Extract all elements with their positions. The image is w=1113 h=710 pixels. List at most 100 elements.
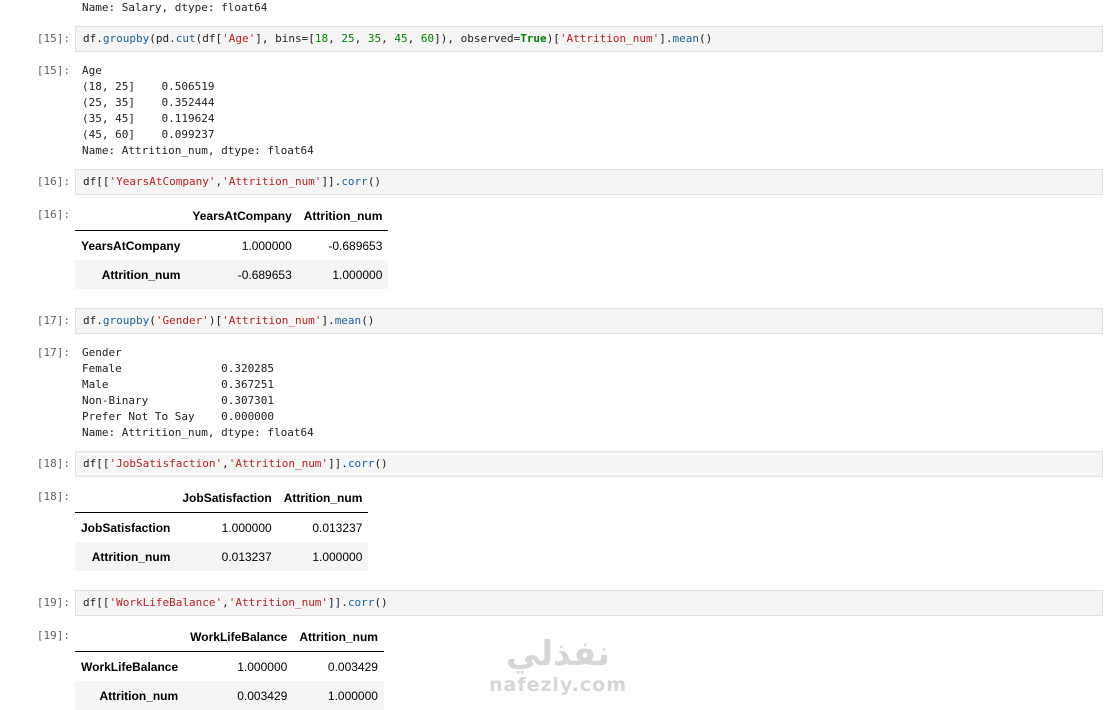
table-row: Attrition_num0.0034291.000000 xyxy=(75,681,384,710)
output-prompt-19: [19]: xyxy=(0,629,70,642)
function-token: corr xyxy=(341,175,368,188)
code-token: (df[ xyxy=(196,32,223,45)
string-token: 'WorkLifeBalance' xyxy=(110,596,223,609)
table-cell: 1.000000 xyxy=(298,260,389,289)
table-body: YearsAtCompany1.000000-0.689653Attrition… xyxy=(75,231,388,290)
row-index: YearsAtCompany xyxy=(75,231,186,261)
table-cell: 1.000000 xyxy=(176,513,277,543)
row-index: Attrition_num xyxy=(75,681,184,710)
string-token: 'Attrition_num' xyxy=(222,175,321,188)
index-header xyxy=(75,483,176,513)
code-token: ( xyxy=(149,314,156,327)
dataframe-yearsatcompany-corr: YearsAtCompanyAttrition_numYearsAtCompan… xyxy=(75,201,388,289)
code-token: () xyxy=(368,175,381,188)
string-token: 'Attrition_num' xyxy=(560,32,659,45)
code-token: ]), observed= xyxy=(434,32,520,45)
column-header: WorkLifeBalance xyxy=(184,622,293,652)
code-token: , xyxy=(408,32,421,45)
input-prompt-16: [16]: xyxy=(0,175,70,188)
code-token: )[ xyxy=(209,314,222,327)
code-token: ]]. xyxy=(328,596,348,609)
number-token: 60 xyxy=(421,32,434,45)
code-token: , xyxy=(222,596,229,609)
table-cell: 1.000000 xyxy=(186,231,297,261)
watermark-logo: نفذلي nafezly.com xyxy=(488,634,628,696)
input-prompt-19: [19]: xyxy=(0,596,70,609)
function-token: mean xyxy=(335,314,362,327)
code-token: ]]. xyxy=(321,175,341,188)
table-cell: 1.000000 xyxy=(278,542,369,571)
header-row: WorkLifeBalanceAttrition_num xyxy=(75,622,384,652)
column-header: JobSatisfaction xyxy=(176,483,277,513)
code-token: df. xyxy=(83,32,103,45)
code-cell-19[interactable]: df[['WorkLifeBalance','Attrition_num']].… xyxy=(75,590,1103,616)
code-token: () xyxy=(374,596,387,609)
header-row: YearsAtCompanyAttrition_num xyxy=(75,201,388,231)
function-token: corr xyxy=(348,457,375,470)
output-prompt-18: [18]: xyxy=(0,490,70,503)
table-cell: 0.013237 xyxy=(176,542,277,571)
code-token: df[[ xyxy=(83,175,110,188)
number-token: 35 xyxy=(368,32,381,45)
code-token: , xyxy=(222,457,229,470)
output-series-age: Age (18, 25] 0.506519 (25, 35] 0.352444 … xyxy=(82,63,314,159)
table-row: Attrition_num0.0132371.000000 xyxy=(75,542,368,571)
table-cell: -0.689653 xyxy=(298,231,389,261)
table-row: WorkLifeBalance1.0000000.003429 xyxy=(75,652,384,682)
table-row: Attrition_num-0.6896531.000000 xyxy=(75,260,388,289)
code-token: df[[ xyxy=(83,457,110,470)
code-token: ], bins=[ xyxy=(255,32,315,45)
function-token: groupby xyxy=(103,314,149,327)
function-token: cut xyxy=(176,32,196,45)
code-cell-17[interactable]: df.groupby('Gender')['Attrition_num'].me… xyxy=(75,308,1103,334)
output-series-gender: Gender Female 0.320285 Male 0.367251 Non… xyxy=(82,345,314,441)
output-prompt-16: [16]: xyxy=(0,208,70,221)
table-header: JobSatisfactionAttrition_num xyxy=(75,483,368,513)
string-token: 'YearsAtCompany' xyxy=(110,175,216,188)
code-cell-16[interactable]: df[['YearsAtCompany','Attrition_num']].c… xyxy=(75,169,1103,195)
table-header: WorkLifeBalanceAttrition_num xyxy=(75,622,384,652)
row-index: Attrition_num xyxy=(75,260,186,289)
column-header: Attrition_num xyxy=(298,201,389,231)
code-token: df[[ xyxy=(83,596,110,609)
row-index: Attrition_num xyxy=(75,542,176,571)
header-row: JobSatisfactionAttrition_num xyxy=(75,483,368,513)
output-prompt-17: [17]: xyxy=(0,346,70,359)
column-header: YearsAtCompany xyxy=(186,201,297,231)
code-cell-15[interactable]: df.groupby(pd.cut(df['Age'], bins=[18, 2… xyxy=(75,26,1103,52)
input-prompt-18: [18]: xyxy=(0,457,70,470)
code-token: ]. xyxy=(321,314,334,327)
table-row: YearsAtCompany1.000000-0.689653 xyxy=(75,231,388,261)
table-cell: 0.013237 xyxy=(278,513,369,543)
code-token: )[ xyxy=(547,32,560,45)
number-token: 25 xyxy=(341,32,354,45)
table-cell: -0.689653 xyxy=(186,260,297,289)
number-token: 18 xyxy=(315,32,328,45)
function-token: mean xyxy=(673,32,700,45)
index-header xyxy=(75,622,184,652)
string-token: 'Attrition_num' xyxy=(222,314,321,327)
table-cell: 1.000000 xyxy=(184,652,293,682)
string-token: 'JobSatisfaction' xyxy=(110,457,223,470)
watermark-arabic: نفذلي xyxy=(488,634,628,674)
code-token: , xyxy=(355,32,368,45)
function-token: corr xyxy=(348,596,375,609)
table-body: WorkLifeBalance1.0000000.003429Attrition… xyxy=(75,652,384,710)
previous-output-tail: Name: Salary, dtype: float64 xyxy=(82,0,267,16)
table-cell: 1.000000 xyxy=(293,681,384,710)
row-index: WorkLifeBalance xyxy=(75,652,184,682)
keyword-token: True xyxy=(520,32,547,45)
string-token: 'Gender' xyxy=(156,314,209,327)
dataframe-jobsatisfaction-corr: JobSatisfactionAttrition_numJobSatisfact… xyxy=(75,483,368,571)
watermark-latin: nafezly.com xyxy=(488,674,628,696)
input-prompt-15: [15]: xyxy=(0,32,70,45)
string-token: 'Age' xyxy=(222,32,255,45)
table-body: JobSatisfaction1.0000000.013237Attrition… xyxy=(75,513,368,572)
column-header: Attrition_num xyxy=(293,622,384,652)
code-token: (pd. xyxy=(149,32,176,45)
number-token: 45 xyxy=(394,32,407,45)
code-cell-18[interactable]: df[['JobSatisfaction','Attrition_num']].… xyxy=(75,451,1103,477)
index-header xyxy=(75,201,186,231)
table-cell: 0.003429 xyxy=(184,681,293,710)
table-cell: 0.003429 xyxy=(293,652,384,682)
